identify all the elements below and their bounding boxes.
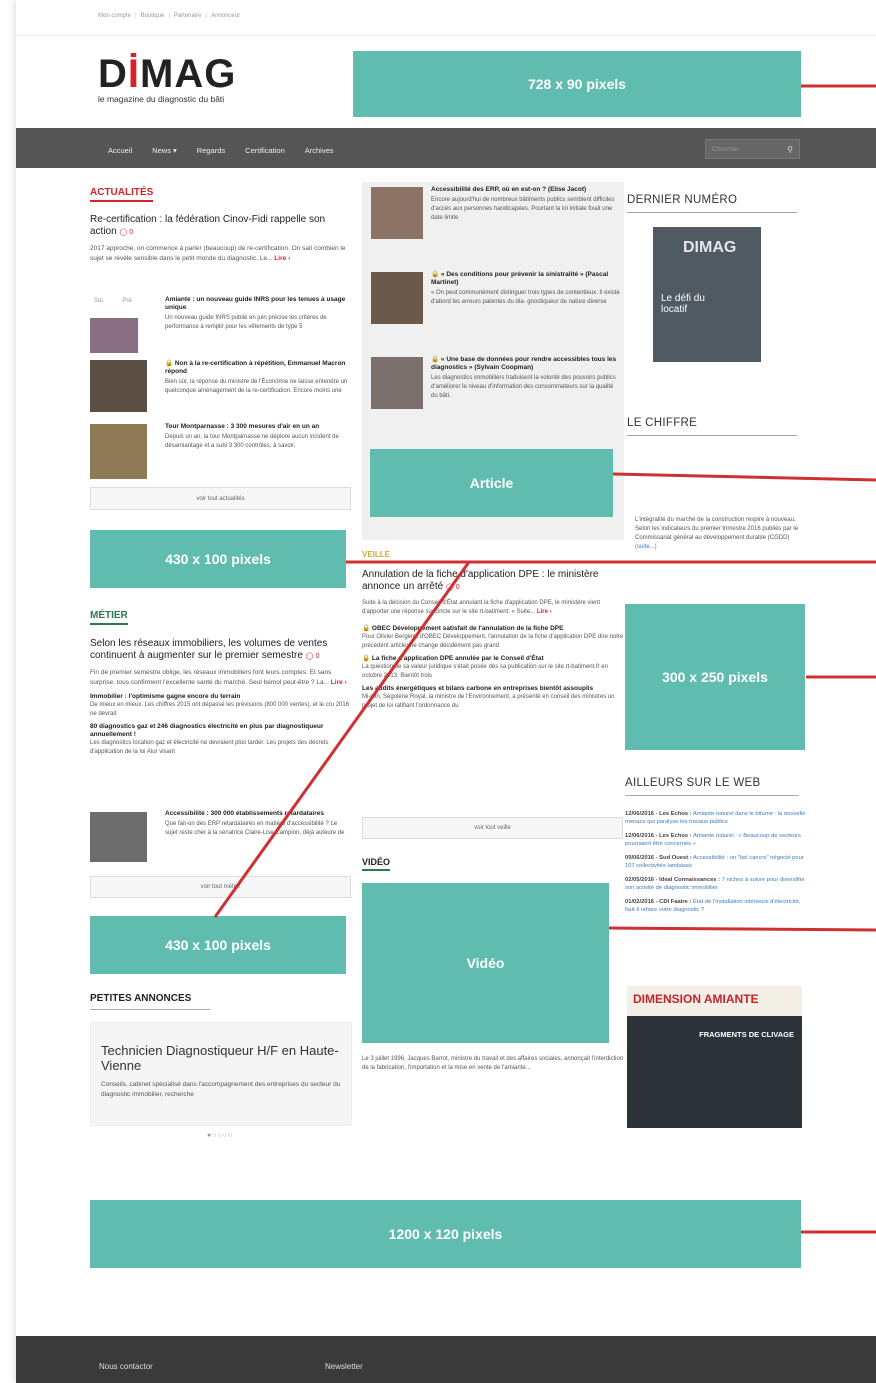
site-logo[interactable]: DİMAG le magazine du diagnostic du bâti bbox=[98, 54, 236, 104]
read-more-link[interactable]: Lire › bbox=[274, 255, 290, 262]
web-link-2[interactable]: 12/06/2016 - Les Echos : Amiante naturel… bbox=[625, 832, 809, 848]
top-links: Mon compte | Boutique | Partenaire | Annonc… bbox=[98, 13, 241, 19]
nav-menu: Accueil News ▾ Regards Certification Arc… bbox=[108, 146, 354, 155]
actualites-lead-title[interactable]: Re-certification : la fédération Cinov-F… bbox=[90, 214, 352, 239]
ad-300x250: 300 x 250 pixels bbox=[625, 604, 805, 750]
site-tagline: le magazine du diagnostic du bâti bbox=[98, 94, 225, 104]
footer-newsletter[interactable]: Newsletter bbox=[325, 1362, 363, 1371]
top-link-shop[interactable]: Boutique bbox=[141, 13, 165, 19]
web-link-1[interactable]: 12/06/2016 - Les Echos : Amiante naturel… bbox=[625, 810, 809, 826]
veille-item-3[interactable]: Les audits énergétiques et bilans carbon… bbox=[362, 685, 624, 711]
veille-title: VEILLE bbox=[362, 550, 391, 559]
all-metier-button[interactable]: voir tout métier bbox=[90, 876, 351, 898]
ad-430x100-2: 430 x 100 pixels bbox=[90, 916, 346, 974]
avatar-jacot[interactable] bbox=[371, 187, 423, 239]
ailleurs-title: AILLEURS SUR LE WEB bbox=[625, 777, 761, 789]
actualites-item-1[interactable]: Amiante : un nouveau guide INRS pour les… bbox=[165, 296, 351, 332]
job-title: Technicien Diagnostiqueur H/F en Haute-V… bbox=[101, 1043, 339, 1073]
ad-leaderboard: 728 x 90 pixels bbox=[353, 51, 801, 117]
carousel-dots[interactable]: ●○○○○ bbox=[207, 1132, 233, 1139]
chiffre-title: LE CHIFFRE bbox=[627, 417, 698, 429]
actualites-title: ACTUALITÉS bbox=[90, 187, 154, 202]
dernier-numero-title: DERNIER NUMÉRO bbox=[627, 194, 738, 206]
nav-item-archives[interactable]: Archives bbox=[305, 146, 334, 155]
magazine-cover[interactable]: DIMAG Le défi du locatif bbox=[653, 227, 761, 362]
nav-item-regards[interactable]: Regards bbox=[197, 146, 225, 155]
ailleurs-section: AILLEURS SUR LE WEB bbox=[625, 777, 809, 796]
top-link-advertiser[interactable]: Annonceur bbox=[211, 13, 240, 19]
prev-link[interactable]: Pré. bbox=[122, 297, 133, 306]
ad-430x100-1: 430 x 100 pixels bbox=[90, 530, 346, 588]
video-player[interactable]: Vidéo bbox=[362, 883, 609, 1043]
veille-lead-text: Suite à la décision du Conseil d'État an… bbox=[362, 600, 601, 615]
dimension-amiante-cover[interactable]: DIMENSION AMIANTE FRAGMENTS DE CLIVAGE bbox=[627, 986, 802, 1128]
metier-item-2[interactable]: 80 diagnostics gaz et 246 diagnostics él… bbox=[90, 723, 352, 757]
all-veille-button[interactable]: voir tout veille bbox=[362, 817, 623, 839]
annonces-title: PETITES ANNONCES bbox=[90, 993, 210, 1010]
metier-lead-text: Fin de premier semestre oblige, les rése… bbox=[90, 669, 347, 686]
all-actualites-button[interactable]: voir tout actualités bbox=[90, 487, 351, 510]
web-links-list: 12/06/2016 - Les Echos : Amiante naturel… bbox=[625, 810, 809, 914]
video-caption: Le 3 juillet 1996, Jacques Barrot, minis… bbox=[362, 1056, 624, 1071]
read-more-link[interactable]: Lire › bbox=[331, 679, 347, 686]
metier-lead-title[interactable]: Selon les réseaux immobiliers, les volum… bbox=[90, 638, 352, 663]
thumb-inrs[interactable] bbox=[90, 318, 138, 353]
page-frame: Mon compte | Boutique | Partenaire | Annonc… bbox=[16, 0, 876, 1383]
nav-item-home[interactable]: Accueil bbox=[108, 146, 132, 155]
job-text: Conseils, cabinet spécialisé dans l'acco… bbox=[101, 1081, 341, 1098]
chiffre-section: LE CHIFFRE bbox=[627, 417, 807, 436]
actualites-section: ACTUALITÉS Re-certification : la fédérat… bbox=[90, 182, 352, 263]
actualites-item-2[interactable]: 🔒 Non à la re-certification à répétition… bbox=[165, 360, 351, 396]
thumb-macron[interactable] bbox=[90, 360, 147, 412]
actualites-lead-text: 2017 approche, on commence à parler (bea… bbox=[90, 245, 346, 262]
metier-section: MÉTIER Selon les réseaux immobiliers, le… bbox=[90, 605, 352, 757]
veille-item-2[interactable]: 🔒 La fiche d'application DPE annulée par… bbox=[362, 655, 624, 681]
footer-contact[interactable]: Nous contactor bbox=[99, 1362, 153, 1371]
web-link-4[interactable]: 02/05/2016 - Ideal Connaissances : 7 nic… bbox=[625, 876, 809, 892]
metier-item-3[interactable]: Accessibilité : 300 000 établissements r… bbox=[165, 810, 351, 838]
search-icon[interactable]: ⚲ bbox=[787, 145, 793, 154]
avatar-martinet[interactable] bbox=[371, 272, 423, 324]
next-link[interactable]: Sui. bbox=[94, 297, 104, 306]
top-link-partner[interactable]: Partenaire bbox=[174, 13, 202, 19]
search-input[interactable]: Chercher ⚲ bbox=[705, 139, 800, 159]
metier-title: MÉTIER bbox=[90, 610, 128, 625]
chiffre-text: L'intégralité du marché de la constructi… bbox=[635, 517, 799, 550]
job-card[interactable]: Technicien Diagnostiqueur H/F en Haute-V… bbox=[90, 1022, 352, 1126]
veille-section: VEILLE Annulation de la fiche d'applicat… bbox=[362, 550, 624, 711]
ad-article: Article bbox=[370, 449, 613, 517]
footer bbox=[16, 1336, 876, 1383]
featured-item-1[interactable]: Accessibilité des ERP, où en est-on ? (E… bbox=[431, 186, 621, 223]
actualites-item-3[interactable]: Tour Montparnasse : 3 300 mesures d'air … bbox=[165, 423, 351, 451]
featured-item-2[interactable]: 🔒 « Des conditions pour prévenir la sini… bbox=[431, 271, 621, 307]
thumb-accessibilite[interactable] bbox=[90, 812, 147, 862]
carousel-prevnext[interactable]: Sui. Pré. bbox=[94, 297, 133, 306]
ad-bottom-banner: 1200 x 120 pixels bbox=[90, 1200, 801, 1268]
veille-item-1[interactable]: 🔒 OBEC Développement satisfait de l'annu… bbox=[362, 625, 624, 651]
annonces-section: PETITES ANNONCES bbox=[90, 993, 352, 1010]
avatar-coopman[interactable] bbox=[371, 357, 423, 409]
nav-item-news[interactable]: News ▾ bbox=[152, 146, 177, 155]
thumb-montparnasse[interactable] bbox=[90, 424, 147, 479]
web-link-5[interactable]: 01/02/2016 - CDI Faaire : État de l'inst… bbox=[625, 898, 809, 914]
top-link-account[interactable]: Mon compte bbox=[98, 13, 131, 19]
video-title: VIDÉO bbox=[362, 857, 391, 871]
web-link-3[interactable]: 09/06/2016 - Sud Ouest : Accessibilité :… bbox=[625, 854, 809, 870]
featured-item-3[interactable]: 🔒 « Une base de données pour rendre acce… bbox=[431, 356, 621, 401]
veille-lead-title[interactable]: Annulation de la fiche d'application DPE… bbox=[362, 569, 624, 594]
dernier-numero-section: DERNIER NUMÉRO bbox=[627, 194, 807, 213]
nav-item-certification[interactable]: Certification bbox=[245, 146, 285, 155]
metier-item-1[interactable]: Immobilier : l'optimisme gagne encore du… bbox=[90, 693, 352, 719]
